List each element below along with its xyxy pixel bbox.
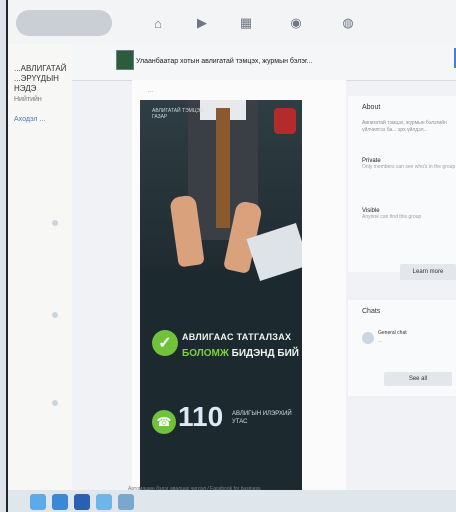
about-panel: About Авлигатай тэмцэх, журмын бэлэгийн … [348, 96, 456, 272]
poster-org-name: АВЛИГАТАЙ ТЭМЦЭХ ГАЗАР [152, 108, 204, 120]
mail-icon[interactable] [96, 494, 112, 510]
home-icon[interactable]: ⌂ [146, 12, 170, 34]
sidebar-dot [52, 400, 58, 406]
poster-headline: АВЛИГААС ТАТГАЛЗАХ [182, 332, 292, 342]
learn-more-button[interactable]: Learn more [400, 264, 456, 280]
post-author[interactable]: ... [148, 88, 153, 94]
chat-name: General chat [378, 330, 407, 336]
chat-message: ... [378, 338, 383, 344]
app-icon[interactable] [118, 494, 134, 510]
group-privacy-label: Нийтийн [14, 96, 42, 103]
hotline-number: 110 [178, 401, 224, 432]
visible-description: Anyone can find this group [362, 214, 422, 220]
about-description: Авлигатай тэмцэх, журмын бэлэгийн үйлчил… [362, 120, 447, 133]
check-icon: ✓ [152, 330, 178, 356]
search-box[interactable] [16, 10, 112, 36]
chat-item[interactable]: General chat ... [362, 330, 452, 352]
visibility-info: Visible Anyone can find this group [362, 208, 456, 220]
privacy-info: Private Only members can see who's in th… [362, 158, 456, 170]
phone-icon: ☎ [152, 410, 176, 434]
taskbar [8, 490, 456, 512]
chats-panel: Chats General chat ... See all [348, 300, 456, 396]
top-navigation-bar: ⌂ ▶ ▦ ◉ ◍ [8, 0, 456, 45]
sidebar-dot [52, 220, 58, 226]
poster-hotline: ☎ 110 АВЛИГЫН ИЛЭРХИЙ УТАС [152, 400, 292, 448]
poster-tie [216, 108, 230, 228]
video-icon[interactable]: ▶ [190, 12, 214, 34]
poster-highlight-word: БОЛОМЖ [182, 348, 229, 359]
start-icon[interactable] [30, 494, 46, 510]
group-avatar[interactable] [116, 50, 134, 70]
hotline-label: АВЛИГЫН ИЛЭРХИЙ УТАС [232, 411, 292, 425]
gaming-icon[interactable]: ◍ [336, 12, 360, 34]
file-explorer-icon[interactable] [52, 494, 68, 510]
left-sidebar: ...АВЛИГАТАЙ ...ЭРҮҮДЫН НЭДЭ Нийтийн Ахо… [8, 44, 73, 512]
group-title: ...АВЛИГАТАЙ ...ЭРҮҮДЫН НЭДЭ [14, 64, 67, 93]
sidebar-dot [52, 312, 58, 318]
poster-emblem [274, 108, 296, 134]
group-name[interactable]: Улаанбаатар хотын авлигатай тэмцэх, журм… [136, 58, 312, 65]
post-image[interactable]: АВЛИГАТАЙ ТЭМЦЭХ ГАЗАР ✓ АВЛИГААС ТАТГАЛ… [140, 100, 302, 510]
sidebar-link[interactable]: Аходэл ... [14, 116, 45, 123]
group-header: Улаанбаатар хотын авлигатай тэмцэх, журм… [72, 44, 456, 81]
marketplace-icon[interactable]: ▦ [234, 12, 258, 34]
see-all-button[interactable]: See all [384, 372, 452, 386]
poster-subheadline: БОЛОМЖ БИДЭНД БИЙ [182, 348, 300, 359]
screen: ⌂ ▶ ▦ ◉ ◍ ...АВЛИГАТАЙ ...ЭРҮҮДЫН НЭДЭ Н… [6, 0, 456, 512]
browser-icon[interactable] [74, 494, 90, 510]
chat-avatar [362, 332, 374, 344]
groups-icon[interactable]: ◉ [284, 12, 308, 34]
chats-title: Chats [362, 308, 381, 315]
private-description: Only members can see who's in the group [362, 164, 456, 170]
poster-subheadline-rest: БИДЭНД БИЙ [228, 348, 299, 359]
about-title: About [362, 104, 381, 111]
